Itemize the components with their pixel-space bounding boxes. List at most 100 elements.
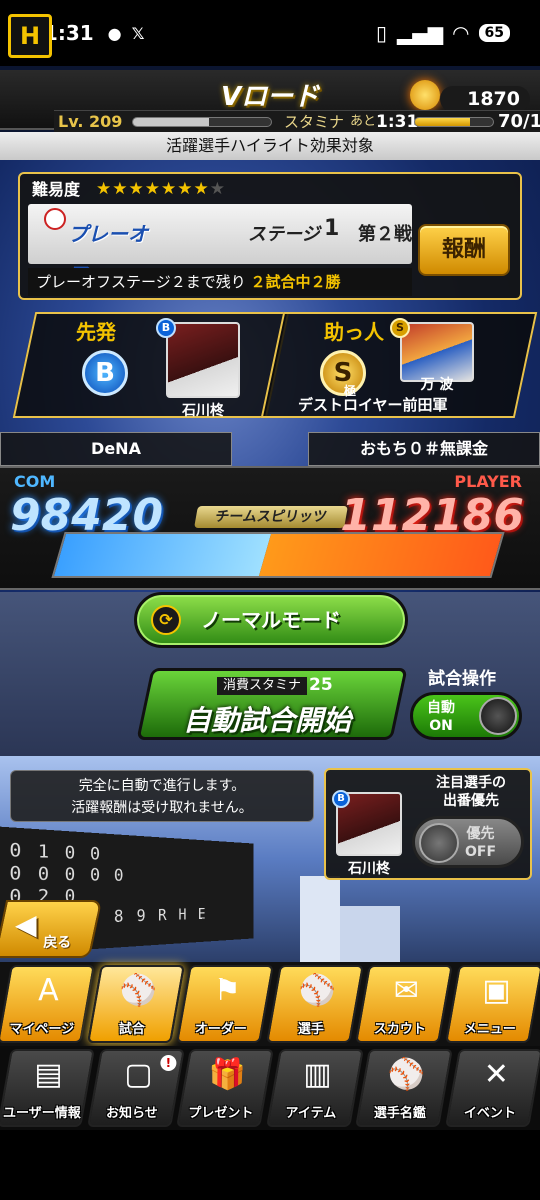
stamina-progress-fill [415,118,470,126]
nav-event[interactable]: ✕ イベント [445,1049,540,1127]
player-team-name: おもち０＃無課金 [308,432,540,466]
remaining-highlight: ２試合中２勝 [250,273,341,291]
starter-player-photo[interactable] [166,322,240,398]
priority-toggle-knob [419,823,459,863]
opponent-name: DeNA [0,432,232,466]
event-icon: ✕ [483,1057,509,1092]
stamina-value: 70/100 [498,111,540,132]
star-icon: ★ [144,179,161,199]
starter-mini-rank-icon: B [156,318,176,338]
nav-notice[interactable]: ▢ お知らせ! [86,1049,185,1127]
auto-game-start-button[interactable]: 消費スタミナ 25 自動試合開始 [136,668,408,740]
players-icon: ⚾ [298,973,336,1008]
focus-player-name: 石川柊 [348,861,390,877]
level-progress-bar [132,117,272,127]
focus-title-line-1: 注目選手の [436,775,506,791]
highlight-banner: 活躍選手ハイライト効果対象 [0,132,540,160]
player-label: PLAYER [454,472,522,491]
info-line-1: 完全に自動で進行します。 [78,778,246,794]
star-icon: ★ [193,179,210,199]
level-progress-fill [133,118,209,126]
difficulty-label: 難易度 [32,180,81,199]
bottom-bar [0,1130,540,1200]
player-book-icon: ⚾ [388,1057,426,1092]
team-spirit-com-fill [53,534,271,576]
building-shape [340,906,400,962]
star-icon: ★ [161,179,178,199]
level-label: Lv. 209 [58,112,123,131]
nav-mypage[interactable]: A マイページ [0,965,95,1043]
back-button[interactable]: ◀ 戻る [0,900,103,958]
star-icon: ★ [128,179,145,199]
order-icon: ⚑ [214,973,242,1008]
nav-user-info[interactable]: ▤ ユーザー情報 [0,1049,95,1127]
priority-toggle[interactable]: 優先 OFF [412,816,524,868]
team-spirit-bar [51,532,505,578]
starter-card[interactable]: 先発 B B 石川柊 [12,312,290,419]
present-icon: 🎁 [208,1057,247,1092]
auto-operation-toggle[interactable]: 自動 ON [410,692,522,740]
stamina-recover-time: 1:31 [376,112,419,132]
helper-player-photo[interactable] [400,322,474,382]
star-icon: ★ [177,179,194,199]
remaining-prefix: プレーオフステージ２まで残り [36,273,246,291]
level-stamina-row: Lv. 209 スタミナ あと 1:31 70/100 [54,110,540,132]
nav-present[interactable]: 🎁 プレゼント [176,1049,275,1127]
helper-card[interactable]: 助っ人 S 極 S 万 波 デストロイヤー前田軍 [260,312,538,418]
reward-button[interactable]: 報酬 [418,224,510,276]
auto-toggle-bottom: ON [429,718,453,734]
main-nav: A マイページ ⚾ 試合 ⚑ オーダー ⚾ 選手 ✉ スカウト ▣ メニュー [0,962,540,1046]
nav-label: 選手 [297,1022,324,1037]
game-operation-label: 試合操作 [428,669,496,689]
stamina-label: スタミナ [284,113,345,131]
helper-rank-badge: S [320,350,366,396]
line-icon: ● [107,23,122,43]
info-line-2: 活躍報酬は受け取れません。 [71,800,253,816]
nav-player-book[interactable]: ⚾ 選手名鑑 [355,1049,454,1127]
star-icon: ★ [112,179,129,199]
nav-label: プレゼント [188,1106,254,1121]
helper-title: 助っ人 [324,320,384,344]
app-root: 21:31 ● 𝕏 ▯ ▂▄▆ ◠ 65 Vロード 1870 H Lv. 209… [0,0,540,1200]
team-spirit-player-fill [258,534,503,576]
menu-icon: ▣ [482,973,511,1008]
star-icon: ★ [96,179,113,199]
stamina-cost-label: 消費スタミナ [217,677,308,695]
nav-menu[interactable]: ▣ メニュー [445,965,540,1043]
stage-card: 難易度 ★★★★★★★★ プレーオフ ステージ 1 第２戦 報酬 プレーオフステ… [18,172,522,300]
stage-info: プレーオフ ステージ 1 第２戦 [28,204,412,286]
nav-game[interactable]: ⚾ 試合 [86,965,185,1043]
com-label: COM [14,472,56,491]
team-logo-icon[interactable]: H [8,14,52,58]
normal-mode-label: ノーマルモード [201,608,341,632]
team-spirit-label: チームスピリッツ [194,506,348,528]
user-info-icon: ▤ [34,1057,63,1092]
switch-mode-icon: ⟳ [151,605,181,635]
battery-indicator: 65 [478,24,510,42]
auto-toggle-text: 自動 ON [427,699,455,735]
back-button-label: 戻る [43,935,72,951]
priority-toggle-top: 優先 [466,826,495,842]
auto-info-message: 完全に自動で進行します。 活躍報酬は受け取れません。 [10,770,314,822]
focus-title-line-2: 出番優先 [443,793,499,809]
nav-order[interactable]: ⚑ オーダー [176,965,275,1043]
sub-nav: ▤ ユーザー情報 ▢ お知らせ! 🎁 プレゼント ▥ アイテム ⚾ 選手名鑑 ✕ イベント [0,1046,540,1130]
nav-item[interactable]: ▥ アイテム [265,1049,364,1127]
building-shape [300,876,340,962]
nav-players[interactable]: ⚾ 選手 [265,965,364,1043]
x-icon: 𝕏 [131,23,145,43]
wifi-icon: ◠ [453,21,469,45]
coin-icon [410,80,440,110]
focus-player-rank-icon: B [332,790,350,808]
scout-icon: ✉ [394,973,420,1008]
stage-number: 1 [324,216,340,241]
normal-mode-button[interactable]: ⟳ ノーマルモード [134,592,408,648]
focus-player-title: 注目選手の 出番優先 [416,774,526,810]
mode-title: Vロード [220,82,320,112]
nav-scout[interactable]: ✉ スカウト [355,965,454,1043]
helper-player-name: 万 波 [420,377,454,393]
nav-label: お知らせ [105,1106,158,1121]
nav-label: アイテム [285,1106,336,1121]
starter-player-name: 石川柊 [182,403,224,419]
item-icon: ▥ [302,1057,332,1092]
